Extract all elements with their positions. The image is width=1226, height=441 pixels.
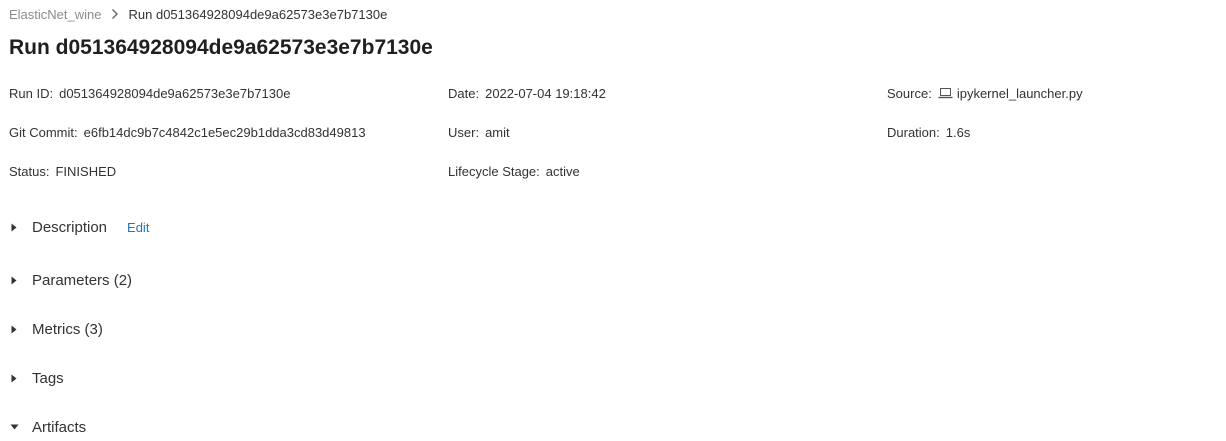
breadcrumb-experiment-link[interactable]: ElasticNet_wine <box>9 7 102 22</box>
duration-value: 1.6s <box>945 124 971 140</box>
date-value: 2022-07-04 19:18:42 <box>485 85 606 101</box>
caret-down-icon <box>9 422 19 432</box>
run-id-field: Run ID : d051364928094de9a62573e3e7b7130… <box>9 84 290 102</box>
source-separator: : <box>928 85 932 101</box>
source-label: Source <box>887 85 929 101</box>
caret-right-icon <box>9 275 19 285</box>
duration-label: Duration <box>887 124 937 140</box>
status-label: Status <box>9 163 46 179</box>
section-description[interactable]: Description Edit <box>9 216 149 238</box>
caret-right-icon <box>9 222 19 232</box>
git-commit-field: Git Commit : e6fb14dc9b7c4842c1e5ec29b1d… <box>9 123 366 141</box>
user-value: amit <box>485 124 510 140</box>
laptop-icon <box>938 86 953 100</box>
section-artifacts[interactable]: Artifacts <box>9 416 86 438</box>
lifecycle-stage-separator: : <box>536 163 540 179</box>
status-value: FINISHED <box>55 163 117 179</box>
section-artifacts-label: Artifacts <box>32 418 87 436</box>
run-id-separator: : <box>49 85 54 101</box>
lifecycle-stage-value: active <box>545 163 580 179</box>
user-field: User : amit <box>448 123 510 141</box>
lifecycle-stage-field: Lifecycle Stage : active <box>448 162 580 180</box>
date-separator: : <box>475 85 480 101</box>
section-tags-label: Tags <box>32 369 64 387</box>
source-value[interactable]: ipykernel_launcher.py <box>938 86 1083 101</box>
source-field: Source : ipykernel_launcher.py <box>887 84 1083 102</box>
caret-right-icon <box>9 324 19 334</box>
duration-field: Duration : 1.6s <box>887 123 970 141</box>
section-metrics-label: Metrics (3) <box>32 320 103 338</box>
git-commit-separator: : <box>74 124 78 140</box>
lifecycle-stage-label: Lifecycle Stage <box>448 163 537 179</box>
section-description-label: Description <box>32 218 108 236</box>
source-filename: ipykernel_launcher.py <box>956 85 1083 101</box>
section-parameters-label: Parameters (2) <box>32 271 133 289</box>
section-tags[interactable]: Tags <box>9 367 64 389</box>
user-label: User <box>448 124 476 140</box>
caret-right-icon <box>9 373 19 383</box>
section-metrics[interactable]: Metrics (3) <box>9 318 103 340</box>
page-title: Run d051364928094de9a62573e3e7b7130e <box>9 36 433 59</box>
duration-separator: : <box>936 124 940 140</box>
date-label: Date <box>448 85 476 101</box>
section-parameters[interactable]: Parameters (2) <box>9 269 132 291</box>
run-page: ElasticNet_wine Run d051364928094de9a625… <box>0 0 1226 441</box>
date-field: Date : 2022-07-04 19:18:42 <box>448 84 606 102</box>
user-separator: : <box>475 124 480 140</box>
run-id-value: d051364928094de9a62573e3e7b7130e <box>59 85 291 101</box>
git-commit-label: Git Commit <box>9 124 74 140</box>
breadcrumb-current: Run d051364928094de9a62573e3e7b7130e <box>128 6 388 22</box>
chevron-right-icon <box>111 5 121 23</box>
git-commit-value: e6fb14dc9b7c4842c1e5ec29b1dda3cd83d49813 <box>83 124 366 140</box>
breadcrumb: ElasticNet_wine Run d051364928094de9a625… <box>9 5 387 23</box>
status-separator: : <box>45 163 50 179</box>
run-id-label: Run ID <box>9 85 50 101</box>
status-field: Status : FINISHED <box>9 162 116 180</box>
description-edit-link[interactable]: Edit <box>127 220 149 235</box>
